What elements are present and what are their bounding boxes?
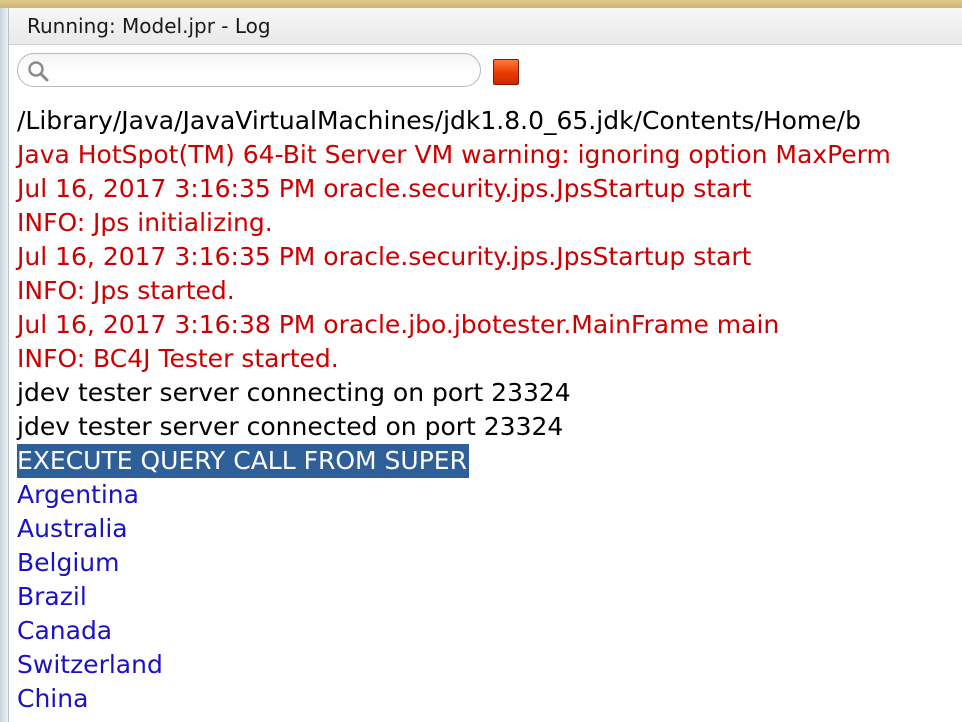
- search-field[interactable]: [17, 53, 481, 87]
- window-top-border: [0, 0, 962, 8]
- log-line: jdev tester server connected on port 233…: [17, 412, 564, 441]
- log-title-bar: Running: Model.jpr - Log: [9, 8, 962, 45]
- log-line: Jul 16, 2017 3:16:35 PM oracle.security.…: [17, 242, 752, 271]
- log-line: /Library/Java/JavaVirtualMachines/jdk1.8…: [17, 106, 861, 135]
- window-title: Running: Model.jpr - Log: [27, 14, 271, 38]
- log-line: Australia: [17, 514, 128, 543]
- stop-button[interactable]: [493, 59, 519, 85]
- log-line: Brazil: [17, 582, 87, 611]
- search-icon: [28, 61, 49, 82]
- log-window: Running: Model.jpr - Log /Library/Java/J…: [0, 0, 962, 722]
- log-line: INFO: BC4J Tester started.: [17, 344, 339, 373]
- log-line: INFO: Jps initializing.: [17, 208, 273, 237]
- log-line: China: [17, 684, 89, 713]
- log-line: Jul 16, 2017 3:16:38 PM oracle.jbo.jbote…: [17, 310, 780, 339]
- log-line: Belgium: [17, 548, 120, 577]
- log-output[interactable]: /Library/Java/JavaVirtualMachines/jdk1.8…: [9, 104, 962, 722]
- log-toolbar: [9, 45, 962, 97]
- log-line: jdev tester server connecting on port 23…: [17, 378, 571, 407]
- log-line: Jul 16, 2017 3:16:35 PM oracle.security.…: [17, 174, 752, 203]
- log-line: Argentina: [17, 480, 139, 509]
- window-left-border: [0, 8, 9, 722]
- log-line: Java HotSpot(TM) 64-Bit Server VM warnin…: [17, 140, 891, 169]
- log-line-selected: EXECUTE QUERY CALL FROM SUPER: [17, 444, 469, 478]
- log-line: Canada: [17, 616, 113, 645]
- log-line: Switzerland: [17, 650, 163, 679]
- log-line: INFO: Jps started.: [17, 276, 235, 305]
- search-input[interactable]: [56, 58, 476, 84]
